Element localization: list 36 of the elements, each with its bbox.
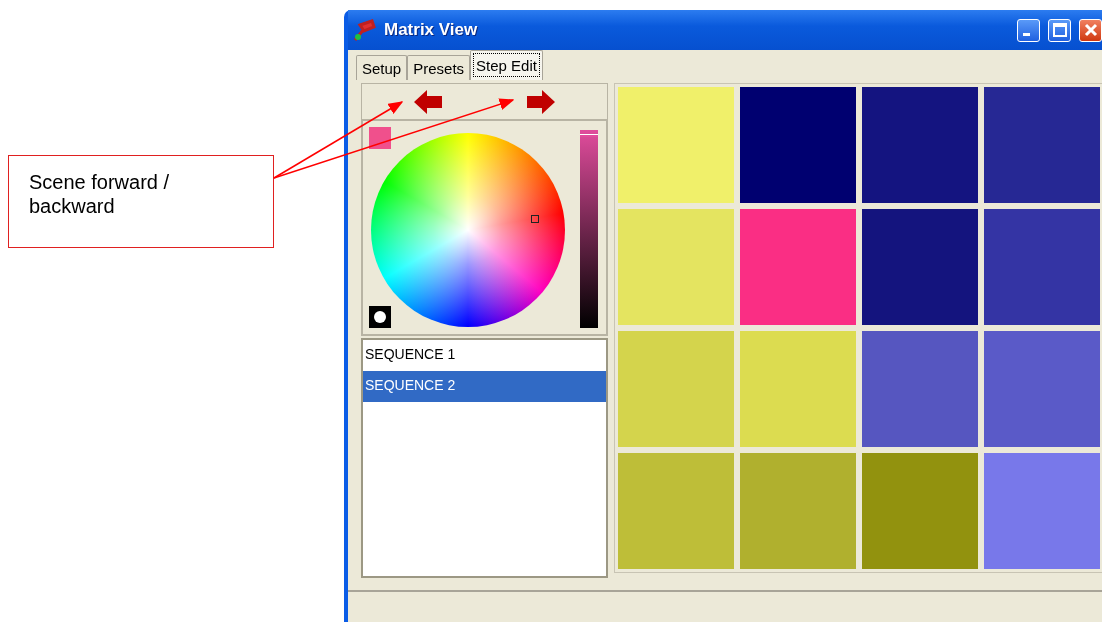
color-swatch [369,127,391,149]
color-cell[interactable] [618,87,734,203]
tab[interactable]: Presets [407,55,471,80]
color-cell[interactable] [984,453,1100,569]
tab[interactable]: Setup [356,55,408,80]
slider-thumb[interactable] [580,133,598,137]
color-cell[interactable] [740,87,856,203]
maximize-icon [1052,23,1067,37]
color-cell[interactable] [984,331,1100,447]
color-cell[interactable] [984,209,1100,325]
color-cell[interactable] [862,453,978,569]
minimize-button[interactable] [1017,18,1040,42]
color-marker[interactable] [531,215,539,223]
maximize-button[interactable] [1048,18,1071,42]
color-cell[interactable] [862,87,978,203]
color-cell[interactable] [984,87,1100,203]
color-cell[interactable] [740,453,856,569]
window-title: Matrix View [384,20,479,40]
close-icon [1083,23,1098,37]
right-arrow-icon[interactable] [527,89,555,114]
color-cell[interactable] [740,331,856,447]
minimize-icon [1022,33,1030,36]
color-cell[interactable] [618,331,734,447]
sequence-item[interactable]: SEQUENCE 2 [363,371,606,402]
sequence-item[interactable]: SEQUENCE 1 [363,340,606,371]
tab[interactable]: Step Edit [470,50,543,80]
app-icon [352,17,378,43]
color-cell[interactable] [740,209,856,325]
left-arrow-icon[interactable] [414,89,442,114]
callout-text: Scene forward / backward [8,155,274,248]
color-cell[interactable] [618,453,734,569]
color-cell[interactable] [862,331,978,447]
color-cell[interactable] [862,209,978,325]
close-button[interactable] [1079,18,1102,42]
color-cell[interactable] [618,209,734,325]
brightness-slider[interactable] [580,130,598,328]
